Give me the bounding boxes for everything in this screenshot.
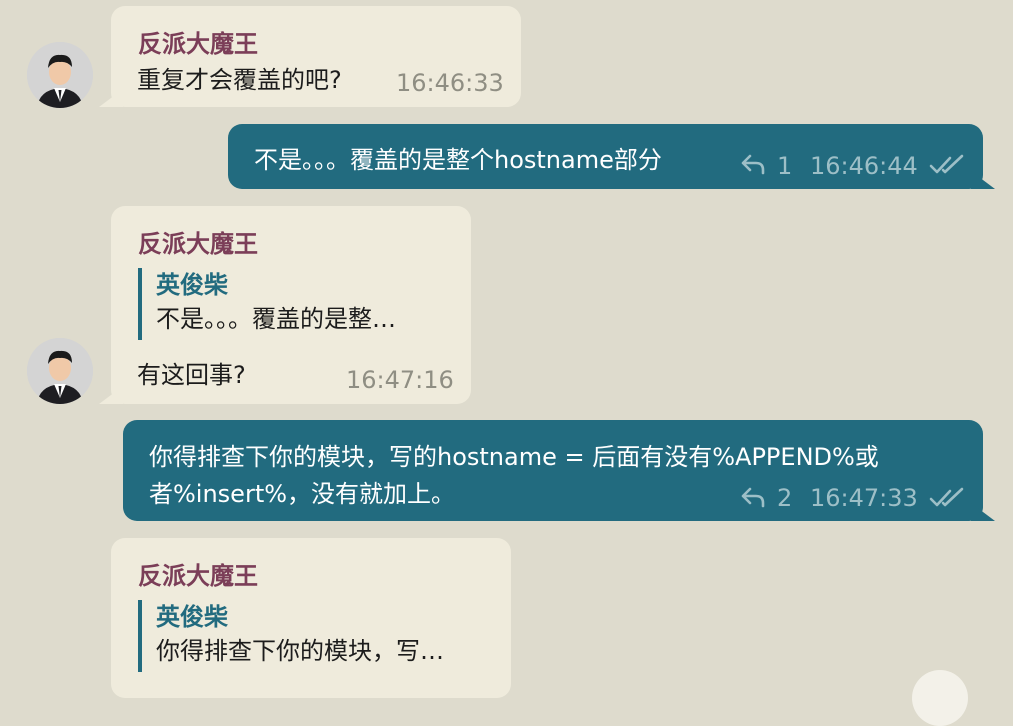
reply-quote[interactable]: 英俊柴 不是。。。覆盖的是整… — [138, 268, 396, 340]
message-time: 16:46:33 — [396, 69, 504, 97]
reply-count[interactable]: 2 — [777, 484, 792, 512]
sender-name[interactable]: 反派大魔王 — [138, 24, 258, 59]
quote-text: 你得排查下你的模块，写… — [156, 637, 444, 665]
message-text: 有这回事? — [137, 361, 246, 389]
avatar[interactable] — [27, 338, 93, 404]
sender-name[interactable]: 反派大魔王 — [138, 556, 258, 591]
message-time: 16:47:16 — [346, 366, 454, 394]
message-bubble-outgoing[interactable]: 不是。。。覆盖的是整个hostname部分 1 16:46:44 — [228, 124, 983, 189]
double-check-icon — [929, 154, 964, 174]
message-bubble-incoming[interactable]: 反派大魔王 英俊柴 不是。。。覆盖的是整… 有这回事? 16:47:16 — [111, 206, 471, 404]
reply-quote[interactable]: 英俊柴 你得排查下你的模块，写… — [138, 600, 444, 672]
reply-count[interactable]: 1 — [777, 152, 792, 180]
message-text-line-1: 你得排查下你的模块，写的hostname = 后面有没有%APPEND%或 — [149, 443, 879, 471]
message-text: 重复才会覆盖的吧? — [137, 66, 342, 94]
quote-sender: 英俊柴 — [156, 603, 228, 631]
message-text: 不是。。。覆盖的是整个hostname部分 — [254, 146, 662, 174]
scroll-down-button[interactable] — [912, 670, 968, 726]
message-time: 16:46:44 — [810, 152, 918, 180]
message-bubble-incoming[interactable]: 反派大魔王 英俊柴 你得排查下你的模块，写… — [111, 538, 511, 698]
message-text-line-2: 者%insert%，没有就加上。 — [149, 480, 456, 508]
quote-text: 不是。。。覆盖的是整… — [156, 305, 396, 333]
message-time: 16:47:33 — [810, 484, 918, 512]
reply-icon[interactable] — [740, 486, 766, 508]
sender-name[interactable]: 反派大魔王 — [138, 224, 258, 259]
message-bubble-outgoing[interactable]: 你得排查下你的模块，写的hostname = 后面有没有%APPEND%或 者%… — [123, 420, 983, 521]
reply-icon[interactable] — [740, 153, 766, 175]
double-check-icon — [929, 487, 964, 507]
quote-sender: 英俊柴 — [156, 271, 228, 299]
avatar[interactable] — [27, 42, 93, 108]
message-bubble-incoming[interactable]: 反派大魔王 重复才会覆盖的吧? 16:46:33 — [111, 6, 521, 107]
